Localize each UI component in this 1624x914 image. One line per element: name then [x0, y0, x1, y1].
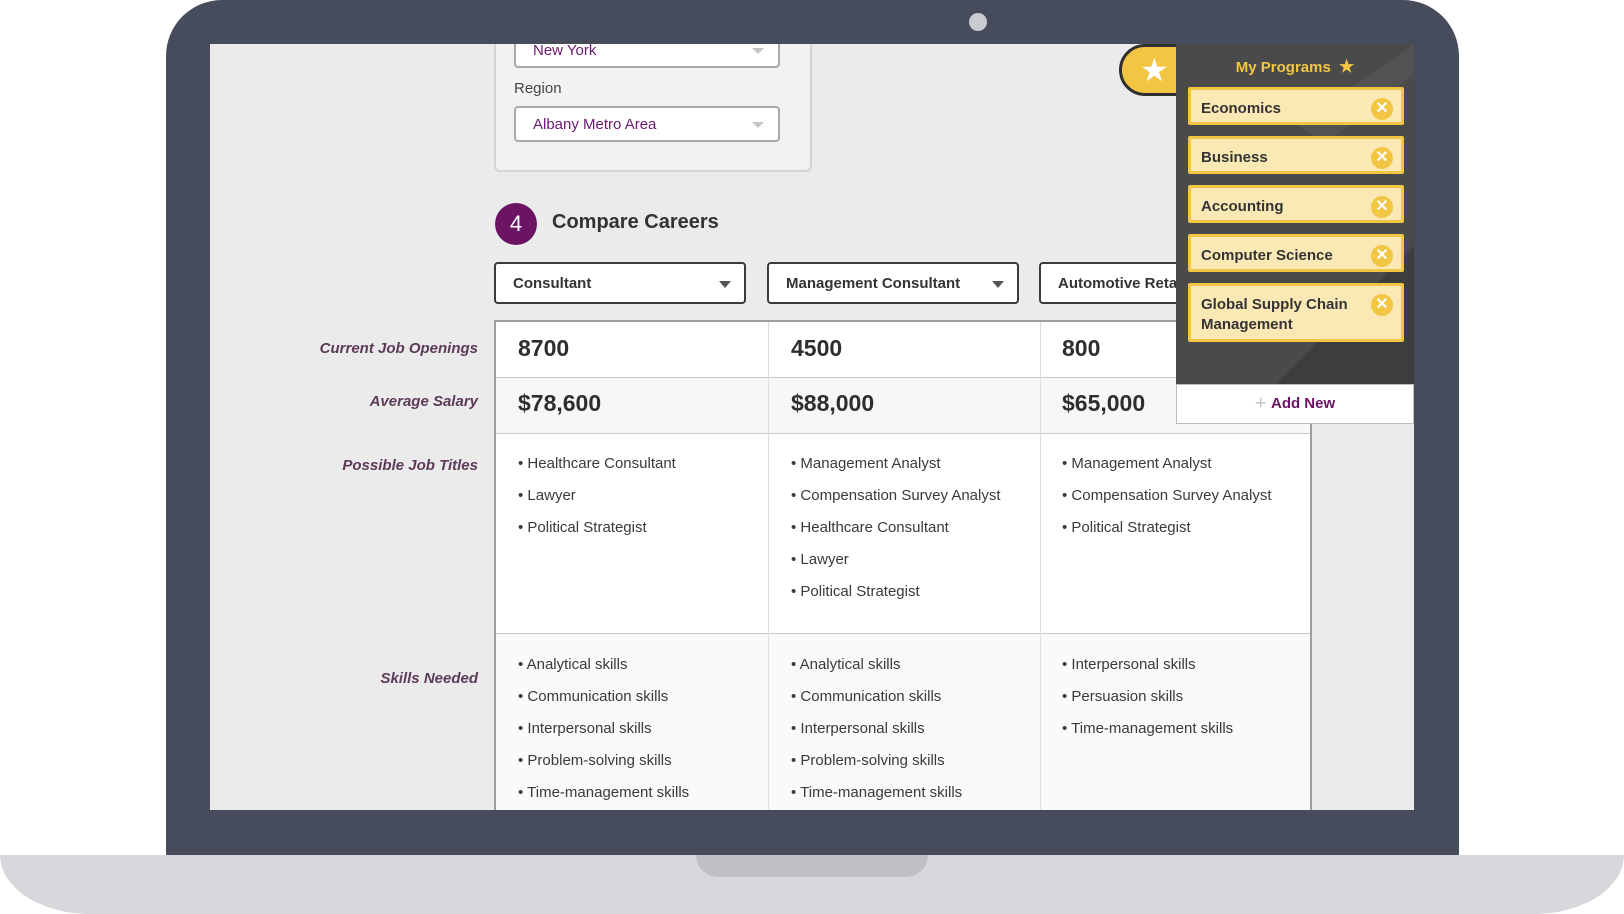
list-item: Interpersonal skills — [518, 719, 689, 751]
close-circle-icon[interactable]: ✕ — [1371, 294, 1393, 316]
list-item: Political Strategist — [1062, 518, 1272, 550]
openings-value: 8700 — [518, 335, 570, 361]
region-select[interactable]: Albany Metro Area — [514, 106, 780, 142]
chevron-down-icon — [992, 281, 1004, 288]
region-label: Region — [514, 80, 562, 97]
list-item: Communication skills — [518, 687, 689, 719]
laptop-notch — [696, 855, 928, 877]
app-screen: New York Region Albany Metro Area 4 Comp… — [210, 44, 1414, 810]
list-item: Political Strategist — [791, 582, 1001, 614]
list-item: Interpersonal skills — [791, 719, 962, 751]
job-titles-list: Management Analyst Compensation Survey A… — [1062, 454, 1272, 550]
region-select-value: Albany Metro Area — [533, 116, 657, 133]
job-titles-list: Healthcare Consultant Lawyer Political S… — [518, 454, 676, 550]
program-label: Economics — [1201, 100, 1282, 117]
list-item: Compensation Survey Analyst — [791, 486, 1000, 518]
camera-dot — [969, 13, 987, 31]
list-item: Lawyer — [791, 550, 1001, 582]
program-item[interactable]: Global Supply Chain Management ✕ — [1188, 283, 1404, 342]
row-label-job-titles: Possible Job Titles — [342, 457, 478, 474]
list-item: Analytical skills — [518, 655, 689, 687]
list-item: Analytical skills — [791, 655, 962, 687]
career-select-value: Consultant — [513, 275, 592, 292]
list-item: Healthcare Consultant — [518, 454, 675, 486]
state-select[interactable]: New York — [514, 44, 780, 68]
plus-icon: + — [1254, 392, 1267, 415]
my-programs-panel: My Programs ★ Economics ✕ Business ✕ Acc… — [1176, 44, 1414, 384]
skills-list: Interpersonal skills Persuasion skills T… — [1062, 655, 1233, 751]
list-item: Management Analyst — [1062, 454, 1272, 486]
chevron-down-icon — [752, 122, 764, 128]
list-item: Time-management skills — [518, 783, 689, 810]
salary-value: $78,600 — [518, 390, 602, 416]
career-select-value: Automotive Reta — [1058, 275, 1178, 292]
list-item: Management Analyst — [791, 454, 1001, 486]
program-item[interactable]: Economics ✕ — [1188, 87, 1404, 125]
program-label: Global Supply Chain Management — [1201, 296, 1348, 333]
row-label-skills: Skills Needed — [380, 670, 478, 687]
job-titles-list: Management Analyst Compensation Survey A… — [791, 454, 1001, 614]
list-item: Problem-solving skills — [791, 751, 962, 783]
list-item: Political Strategist — [518, 518, 676, 550]
list-item: Communication skills — [791, 687, 962, 719]
chevron-down-icon — [719, 281, 731, 288]
career-select-value: Management Consultant — [786, 275, 961, 292]
career-select-2[interactable]: Management Consultant — [767, 262, 1019, 304]
close-circle-icon[interactable]: ✕ — [1371, 196, 1393, 218]
step-number-badge: 4 — [495, 203, 537, 245]
row-label-salary: Average Salary — [369, 393, 478, 410]
state-select-value: New York — [533, 44, 597, 59]
row-label-openings: Current Job Openings — [319, 340, 478, 357]
program-item[interactable]: Business ✕ — [1188, 136, 1404, 174]
openings-value: 4500 — [791, 335, 843, 361]
program-label: Business — [1201, 149, 1268, 166]
salary-value: $65,000 — [1062, 390, 1146, 416]
skills-list: Analytical skills Communication skills I… — [791, 655, 963, 810]
close-circle-icon[interactable]: ✕ — [1371, 98, 1393, 120]
add-new-label: Add New — [1270, 395, 1336, 412]
list-item: Persuasion skills — [1062, 687, 1233, 719]
add-new-program-button[interactable]: + Add New — [1176, 384, 1414, 424]
program-label: Accounting — [1201, 198, 1284, 215]
star-icon: ★ — [1338, 57, 1355, 76]
close-circle-icon[interactable]: ✕ — [1371, 245, 1393, 267]
salary-value: $88,000 — [791, 390, 875, 416]
panel-title-text: My Programs — [1235, 59, 1331, 76]
program-item[interactable]: Accounting ✕ — [1188, 185, 1404, 223]
panel-title: My Programs ★ — [1176, 57, 1414, 77]
program-item[interactable]: Computer Science ✕ — [1188, 234, 1404, 272]
list-item: Healthcare Consultant — [791, 518, 1001, 550]
list-item: Time-management skills — [791, 783, 962, 810]
career-select-1[interactable]: Consultant — [494, 262, 746, 304]
list-item: Lawyer — [518, 486, 676, 518]
list-item: Time-management skills — [1062, 719, 1233, 751]
location-card: New York Region Albany Metro Area — [494, 44, 812, 172]
skills-list: Analytical skills Communication skills I… — [518, 655, 690, 810]
openings-value: 800 — [1062, 335, 1101, 361]
list-item: Problem-solving skills — [518, 751, 689, 783]
section-title: Compare Careers — [552, 211, 719, 233]
program-label: Computer Science — [1201, 247, 1333, 264]
list-item: Compensation Survey Analyst — [1062, 486, 1271, 518]
close-circle-icon[interactable]: ✕ — [1371, 147, 1393, 169]
star-icon: ★ — [1140, 52, 1169, 88]
list-item: Interpersonal skills — [1062, 655, 1233, 687]
chevron-down-icon — [752, 48, 764, 54]
